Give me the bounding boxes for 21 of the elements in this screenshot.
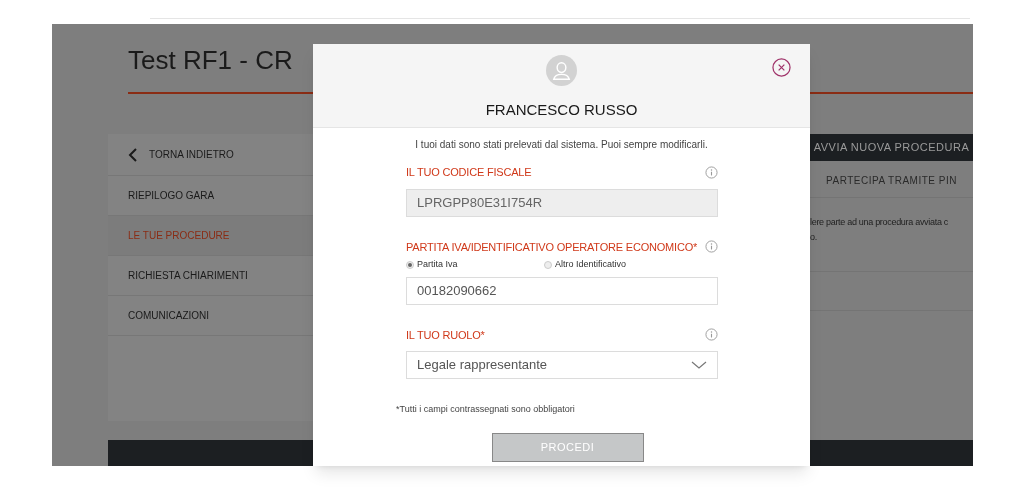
input-field[interactable]: 00182090662	[406, 276, 718, 305]
role-dropdown[interactable]: Legale rappresentante	[406, 351, 718, 379]
required-note: *Tutti i campi contrassegnati sono obbligatori	[396, 403, 576, 416]
field-label: IL TUO CODICE FISCALE	[406, 165, 532, 180]
page-title: Test RF1 - CR	[128, 44, 293, 76]
body-text: o.	[810, 231, 818, 244]
chevron-left-icon	[128, 147, 137, 162]
info-icon[interactable]	[705, 165, 718, 179]
action-button[interactable]: AVVIA NUOVA PROCEDURA	[810, 134, 973, 161]
chevron-down-icon	[691, 361, 707, 369]
close-icon[interactable]	[772, 58, 791, 77]
body-text: lere parte ad una procedura avviata c	[810, 216, 949, 229]
info-icon[interactable]	[705, 328, 718, 342]
radio-option[interactable]: Partita Iva	[406, 258, 544, 272]
intro-text: I tuoi dati sono stati prelevati dal sistema. Puoi sempre modificarli.	[414, 138, 709, 152]
field-label: PARTITA IVA/IDENTIFICATIVO OPERATORE ECONOMICO*	[406, 239, 698, 255]
radio-option[interactable]: Altro Identificativo	[544, 258, 682, 272]
user-name: FRANCESCO RUSSO	[485, 100, 638, 120]
avatar-icon	[546, 55, 577, 86]
field-label: IL TUO RUOLO*	[406, 327, 485, 343]
info-icon[interactable]	[705, 240, 718, 254]
